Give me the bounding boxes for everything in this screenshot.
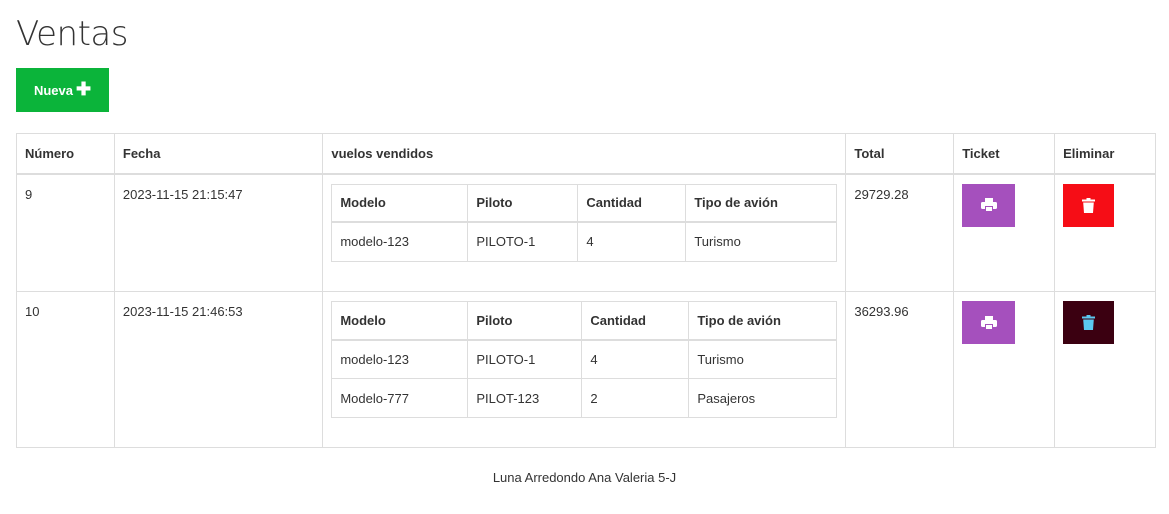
- sub-cell-tipo: Turismo: [688, 339, 838, 379]
- cell-eliminar: [1054, 291, 1156, 448]
- header-fecha: Fecha: [113, 133, 324, 175]
- sub-cell-piloto: PILOTO-1: [467, 221, 579, 262]
- table-header-row: Número Fecha vuelos vendidos Total Ticke…: [16, 133, 1156, 175]
- cell-fecha: 2023-11-15 21:46:53: [113, 291, 324, 448]
- print-icon: [980, 315, 997, 330]
- sub-cell-modelo: Modelo-777: [331, 378, 469, 418]
- flights-subtable: Modelo Piloto Cantidad Tipo de avión mod…: [331, 301, 838, 418]
- print-icon: [980, 198, 997, 212]
- cell-fecha: 2023-11-15 21:15:47: [113, 173, 324, 292]
- subheader-piloto: Piloto: [467, 301, 583, 341]
- sub-cell-cantidad: 4: [581, 339, 690, 379]
- subheader-cantidad: Cantidad: [581, 301, 690, 341]
- subheader-modelo: Modelo: [331, 183, 469, 223]
- subheader-modelo: Modelo: [331, 301, 469, 341]
- sub-cell-tipo: Turismo: [685, 221, 838, 262]
- delete-sale-button[interactable]: [1063, 301, 1115, 344]
- sub-cell-cantidad: 4: [577, 221, 687, 262]
- table-row: 9 2023-11-15 21:15:47 Modelo Piloto Cant…: [16, 173, 1156, 292]
- header-numero: Número: [16, 133, 115, 175]
- sub-cell-cantidad: 2: [581, 378, 690, 418]
- sub-cell-tipo: Pasajeros: [688, 378, 838, 418]
- page-title: Ventas: [16, 14, 128, 54]
- sales-table: Número Fecha vuelos vendidos Total Ticke…: [16, 133, 1156, 448]
- plus-icon: ✚: [75, 79, 92, 99]
- header-eliminar: Eliminar: [1054, 133, 1156, 175]
- header-total: Total: [845, 133, 955, 175]
- cell-vuelos: Modelo Piloto Cantidad Tipo de avión mod…: [322, 173, 847, 292]
- cell-total: 29729.28: [845, 173, 955, 292]
- cell-total: 36293.96: [845, 291, 955, 448]
- flights-subtable: Modelo Piloto Cantidad Tipo de avión mod…: [331, 183, 838, 262]
- sub-cell-modelo: modelo-123: [331, 339, 469, 379]
- subtable-header-row: Modelo Piloto Cantidad Tipo de avión: [331, 183, 838, 223]
- new-sale-label: Nueva: [33, 82, 73, 98]
- table-row: 10 2023-11-15 21:46:53 Modelo Piloto Can…: [16, 291, 1156, 448]
- footer-credit: Luna Arredondo Ana Valeria 5-J: [492, 470, 677, 485]
- cell-numero: 9: [16, 173, 115, 292]
- header-ticket: Ticket: [953, 133, 1056, 175]
- sales-page: Ventas Nueva ✚ Número Fecha vuelos vendi…: [0, 0, 1169, 514]
- subtable-header-row: Modelo Piloto Cantidad Tipo de avión: [331, 301, 838, 341]
- subtable-row: Modelo-777 PILOT-123 2 Pasajeros: [331, 378, 838, 418]
- new-sale-button[interactable]: Nueva ✚: [16, 68, 109, 112]
- cell-ticket: [953, 291, 1056, 448]
- sub-cell-modelo: modelo-123: [331, 221, 469, 262]
- subheader-cantidad: Cantidad: [577, 183, 687, 223]
- subtable-row: modelo-123 PILOTO-1 4 Turismo: [331, 221, 838, 262]
- print-ticket-button[interactable]: [962, 183, 1016, 227]
- trash-icon: [1082, 315, 1096, 330]
- subtable-row: modelo-123 PILOTO-1 4 Turismo: [331, 339, 838, 379]
- cell-ticket: [953, 173, 1056, 292]
- cell-vuelos: Modelo Piloto Cantidad Tipo de avión mod…: [322, 291, 847, 448]
- subheader-piloto: Piloto: [467, 183, 579, 223]
- sub-cell-piloto: PILOTO-1: [467, 339, 583, 379]
- header-vuelos: vuelos vendidos: [322, 133, 847, 175]
- subheader-tipo: Tipo de avión: [688, 301, 838, 341]
- cell-eliminar: [1054, 173, 1156, 292]
- cell-numero: 10: [16, 291, 115, 448]
- print-ticket-button[interactable]: [962, 301, 1016, 344]
- sub-cell-piloto: PILOT-123: [467, 378, 583, 418]
- trash-icon: [1082, 197, 1096, 213]
- delete-sale-button[interactable]: [1063, 183, 1115, 227]
- subheader-tipo: Tipo de avión: [685, 183, 838, 223]
